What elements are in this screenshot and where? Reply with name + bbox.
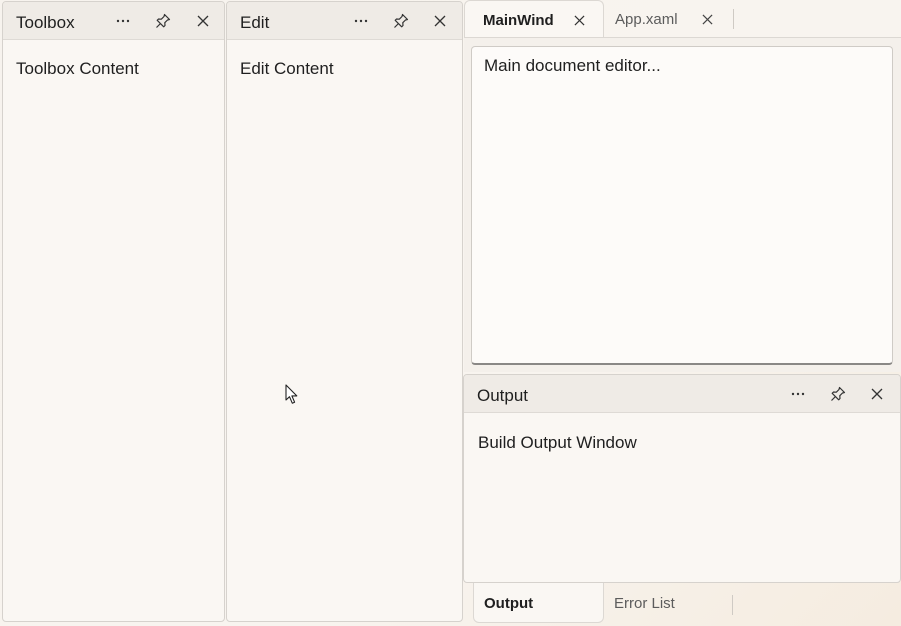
- edit-close-button[interactable]: [427, 9, 453, 33]
- close-icon: [701, 13, 713, 25]
- more-horizontal-icon: [791, 392, 805, 396]
- toolbox-header[interactable]: Toolbox: [3, 2, 224, 40]
- close-icon: [573, 14, 585, 26]
- toolbox-content: Toolbox Content: [16, 59, 139, 78]
- toolbox-more-button[interactable]: [110, 9, 136, 33]
- document-frame: Main document editor...: [464, 37, 901, 372]
- toolbox-pin-button[interactable]: [150, 9, 176, 33]
- tab-separator: [733, 9, 734, 29]
- output-header[interactable]: Output: [464, 375, 900, 413]
- tab-mainwindow[interactable]: MainWind: [464, 0, 604, 38]
- edit-title: Edit: [240, 13, 270, 32]
- pin-icon: [156, 13, 171, 28]
- edit-pin-button[interactable]: [388, 9, 414, 33]
- output-content: Build Output Window: [478, 433, 637, 452]
- document-editor[interactable]: Main document editor...: [471, 46, 893, 365]
- more-horizontal-icon: [116, 19, 130, 23]
- toolbox-title: Toolbox: [16, 13, 75, 32]
- toolbox-panel: Toolbox Toolbox Content: [2, 1, 225, 622]
- pin-icon: [394, 13, 409, 28]
- edit-panel: Edit Edit Content: [226, 1, 463, 622]
- edit-more-button[interactable]: [348, 9, 374, 33]
- tab-separator: [732, 595, 733, 615]
- document-tab-strip: MainWind App.xaml: [464, 0, 901, 38]
- close-icon: [197, 15, 209, 27]
- edit-content: Edit Content: [240, 59, 334, 78]
- pin-icon: [831, 386, 846, 401]
- tab-output[interactable]: Output: [473, 583, 604, 623]
- document-editor-text: Main document editor...: [484, 56, 661, 75]
- toolbox-close-button[interactable]: [190, 9, 216, 33]
- output-close-button[interactable]: [864, 382, 890, 406]
- tab-label: Error List: [614, 595, 675, 612]
- tab-error-list[interactable]: Error List: [604, 583, 732, 623]
- tab-label: Output: [484, 595, 534, 612]
- edit-header[interactable]: Edit: [227, 2, 462, 40]
- tab-label: App.xaml: [615, 11, 678, 28]
- output-title: Output: [477, 386, 529, 405]
- close-icon: [871, 388, 883, 400]
- more-horizontal-icon: [354, 19, 368, 23]
- tab-close-button[interactable]: [697, 9, 717, 29]
- tab-app-xaml[interactable]: App.xaml: [597, 0, 733, 38]
- output-more-button[interactable]: [785, 382, 811, 406]
- tab-label: MainWind: [483, 12, 554, 29]
- tab-close-button[interactable]: [569, 10, 589, 30]
- document-area: MainWind App.xaml Main document editor..…: [464, 0, 901, 372]
- output-panel: Output Build Output Window: [463, 374, 901, 583]
- close-icon: [434, 15, 446, 27]
- output-pin-button[interactable]: [825, 382, 851, 406]
- bottom-tab-strip: Output Error List: [464, 583, 901, 626]
